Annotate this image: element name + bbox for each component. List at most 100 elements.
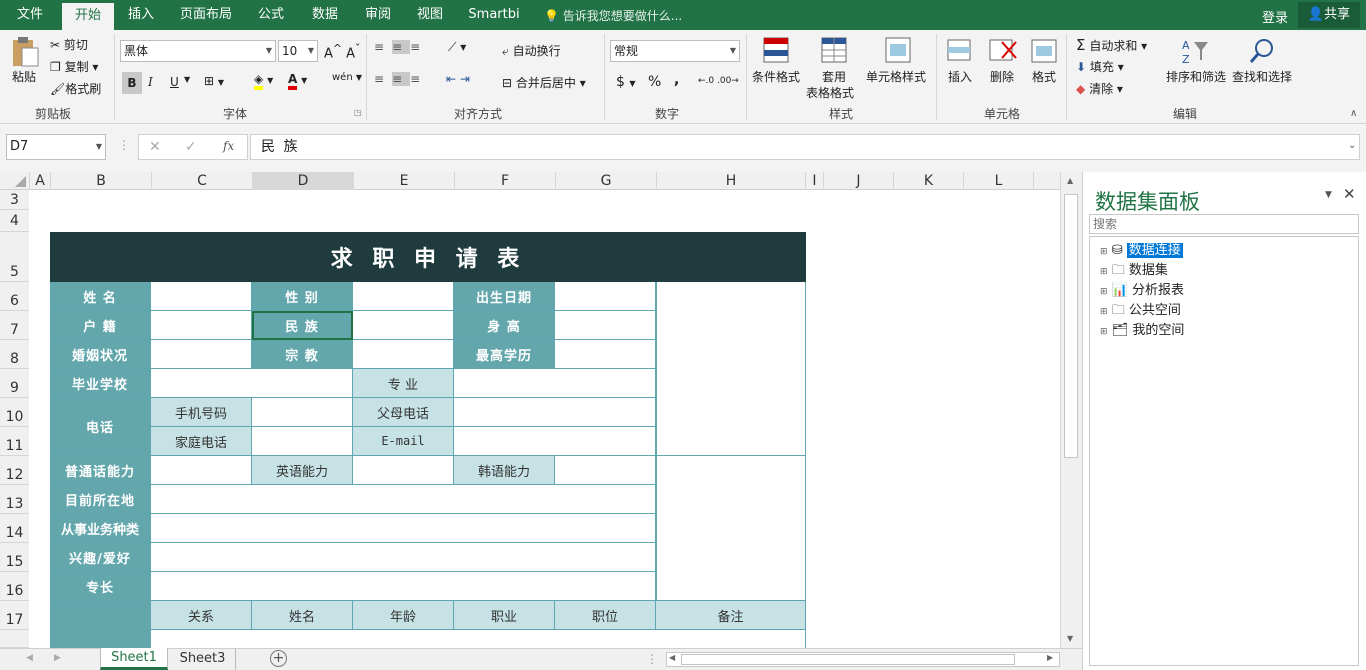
tab-view[interactable]: 视图 [408,0,452,30]
header-name[interactable]: 姓名 [252,601,353,630]
function-icon[interactable]: fx [223,139,234,153]
tree-item-dataset[interactable]: ⊞ 🗀 数据集 [1100,262,1168,280]
chevron-down-icon[interactable]: ⌄ [1348,140,1356,151]
photo-cell[interactable] [656,282,806,456]
tab-formulas[interactable]: 公式 [248,0,294,30]
label-email[interactable]: E-mail [353,427,454,456]
expand-plus-icon[interactable]: ⊞ [1100,247,1108,257]
label-location[interactable]: 目前所在地 [50,485,151,514]
column-header[interactable]: A [30,172,51,190]
tab-review[interactable]: 审阅 [356,0,400,30]
conditional-format-button[interactable] [762,36,792,66]
label-name[interactable]: 姓 名 [50,282,151,311]
label-major[interactable]: 专 业 [353,369,454,398]
vertical-scrollbar[interactable]: ▲ ▼ [1060,172,1082,648]
prev-sheet-icon[interactable]: ◀ [26,653,33,663]
font-grow-button[interactable]: A^ Aˇ [324,42,360,61]
tab-smartbi[interactable]: Smartbi [462,0,526,30]
value-cell[interactable] [252,427,353,456]
italic-button[interactable]: I [148,75,153,89]
tree-item-public-space[interactable]: ⊞ 🗀 公共空间 [1100,302,1181,320]
row-header[interactable] [0,630,29,648]
value-cell[interactable] [353,311,454,340]
value-cell[interactable] [151,572,656,601]
name-box[interactable]: D7 ▼ [6,134,106,160]
value-cell[interactable] [151,282,252,311]
panel-search-input[interactable] [1089,214,1359,234]
label-phone[interactable]: 电话 [50,398,151,456]
label-skill[interactable]: 专长 [50,572,151,601]
column-header[interactable]: G [556,172,657,190]
merge-center-button[interactable]: ⊟ 合并后居中 ▾ [502,74,586,91]
value-cell[interactable] [151,630,806,648]
tab-data[interactable]: 数据 [302,0,348,30]
share-button[interactable]: 👤共享 [1298,2,1360,28]
value-cell[interactable] [454,398,656,427]
format-painter-button[interactable]: 🖌格式刷 [50,80,101,97]
value-cell[interactable] [151,311,252,340]
indent-buttons[interactable]: ⇤ ⇥ [446,72,470,86]
value-cell[interactable] [555,456,656,485]
chevron-down-icon[interactable]: ▼ [184,75,190,84]
value-cell[interactable] [555,340,656,369]
comma-button[interactable]: , [674,72,679,88]
expand-plus-icon[interactable]: ⊞ [1100,287,1108,297]
label-education[interactable]: 最高学历 [454,340,555,369]
value-cell[interactable] [555,311,656,340]
header-position[interactable]: 职位 [555,601,656,630]
tab-insert[interactable]: 插入 [118,0,164,30]
formula-input[interactable]: 民 族 [250,134,1360,160]
close-icon[interactable]: ✕ [1343,185,1356,203]
add-sheet-icon[interactable]: + [270,650,287,667]
phonetic-button[interactable]: wén ▼ [332,72,362,83]
expand-plus-icon[interactable]: ⊞ [1100,307,1108,317]
header-relation[interactable]: 关系 [151,601,252,630]
label-school[interactable]: 毕业学校 [50,369,151,398]
format-as-table-button[interactable] [820,36,850,66]
label-hobby[interactable]: 兴趣/爱好 [50,543,151,572]
vertical-align-buttons[interactable]: ≡≡≡ [374,40,428,54]
copy-button[interactable]: ❐ 复制 ▾ [50,58,98,75]
tab-page-layout[interactable]: 页面布局 [172,0,240,30]
row-header[interactable]: 10 [0,398,29,427]
scroll-right-icon[interactable]: ▶ [1047,653,1053,662]
family-label-cell[interactable] [50,601,151,648]
value-cell[interactable] [252,398,353,427]
find-select-button[interactable] [1248,36,1278,66]
value-cell[interactable] [151,485,656,514]
scroll-up-icon[interactable]: ▲ [1067,176,1073,185]
panel-menu-icon[interactable]: ▼ [1325,190,1332,200]
format-cells-button[interactable] [1030,36,1060,66]
clear-button[interactable]: ◆ 清除 ▾ [1076,80,1123,97]
decimal-buttons[interactable]: ←.0 .00→ [698,76,739,86]
form-title[interactable]: 求 职 申 请 表 [50,232,806,282]
sheet-grid[interactable]: 求 职 申 请 表 姓 名 性 别 出生日期 户 籍 民 族 身 高 婚姻状况 … [30,190,1060,648]
delete-cells-button[interactable] [988,36,1018,66]
value-cell[interactable] [353,340,454,369]
scrollbar-thumb[interactable] [1064,194,1078,458]
value-cell[interactable] [151,456,252,485]
tab-file[interactable]: 文件 [4,0,56,30]
scroll-left-icon[interactable]: ◀ [669,653,675,662]
column-header[interactable]: C [152,172,253,190]
value-cell[interactable] [151,340,252,369]
paste-button[interactable] [10,36,42,68]
horizontal-align-buttons[interactable]: ≡≡≡ [374,72,428,86]
row-header[interactable]: 15 [0,543,29,572]
label-mandarin[interactable]: 普通话能力 [50,456,151,485]
underline-button[interactable]: U [170,75,179,89]
column-header[interactable]: I [806,172,824,190]
value-cell[interactable] [353,282,454,311]
font-name-select[interactable]: 黑体 ▼ [120,40,276,62]
column-header[interactable]: H [657,172,806,190]
column-header[interactable]: D [253,172,354,190]
label-home-phone[interactable]: 家庭电话 [151,427,252,456]
horizontal-scrollbar[interactable]: ◀ ▶ [666,652,1060,667]
value-cell[interactable] [151,369,353,398]
label-english[interactable]: 英语能力 [252,456,353,485]
row-header[interactable]: 3 [0,190,29,210]
header-age[interactable]: 年龄 [353,601,454,630]
sheet-tab-sheet3[interactable]: Sheet3 [170,649,236,670]
header-job[interactable]: 职业 [454,601,555,630]
tree-item-data-connection[interactable]: ⊞ ⛁ 数据连接 [1100,242,1183,260]
